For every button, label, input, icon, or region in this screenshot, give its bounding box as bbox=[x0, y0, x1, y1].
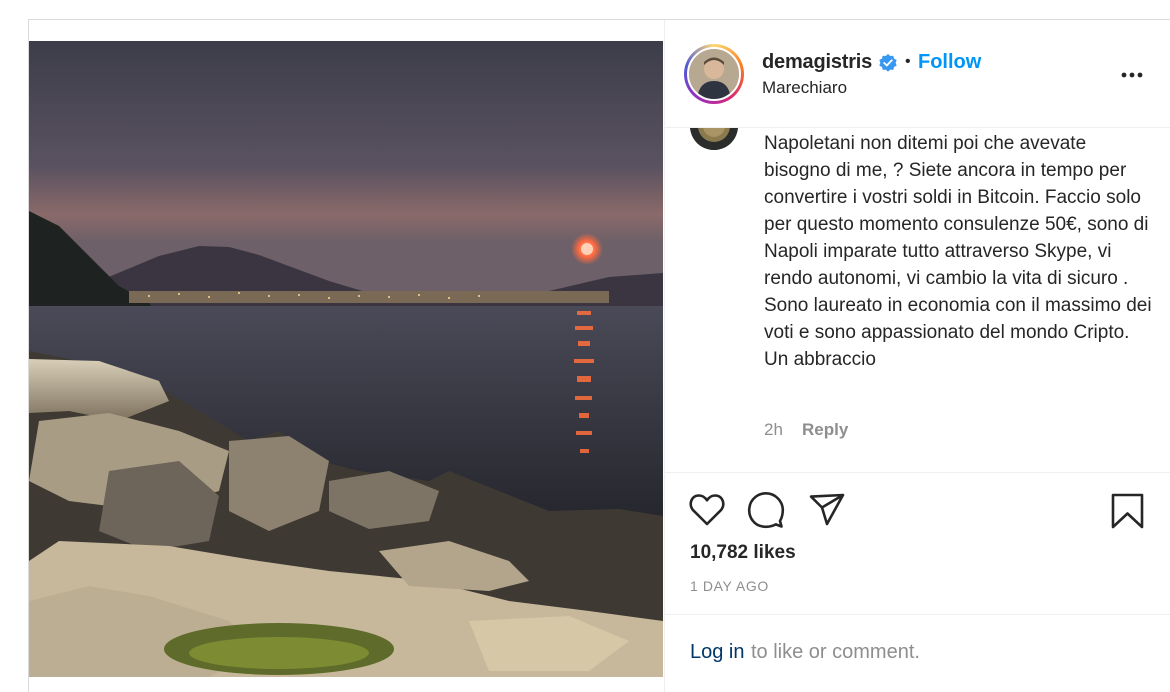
login-prompt-text: to like or comment. bbox=[751, 641, 920, 663]
verified-badge-icon bbox=[879, 54, 897, 72]
follow-button[interactable]: Follow bbox=[918, 51, 981, 74]
post-side-panel: demagistris • Follow Marechiaro Napoleta… bbox=[664, 20, 1170, 692]
profile-avatar-ring[interactable] bbox=[684, 44, 744, 104]
comment-timestamp[interactable]: 2h bbox=[764, 420, 783, 440]
separator-dot: • bbox=[905, 53, 911, 70]
more-options-icon[interactable] bbox=[1117, 63, 1147, 87]
comment-icon[interactable] bbox=[747, 491, 785, 529]
bookmark-icon[interactable] bbox=[1110, 492, 1146, 530]
likes-count[interactable]: 10,782 likes bbox=[690, 542, 796, 564]
heart-icon[interactable] bbox=[688, 492, 726, 528]
comment-text: Napoletani non ditemi poi che avevate bi… bbox=[764, 133, 1152, 370]
sunset-photo-image bbox=[29, 41, 663, 677]
login-prompt: Log in to like or comment. bbox=[665, 614, 1170, 692]
bitcoin-avatar-icon bbox=[690, 128, 738, 150]
post-actions: 10,782 likes 1 DAY AGO bbox=[665, 472, 1170, 632]
share-icon[interactable] bbox=[808, 492, 846, 528]
comments-section[interactable]: Napoletani non ditemi poi che avevate bi… bbox=[665, 128, 1170, 472]
avatar[interactable] bbox=[687, 47, 741, 101]
location-link[interactable]: Marechiaro bbox=[762, 78, 847, 98]
post-header: demagistris • Follow Marechiaro bbox=[665, 20, 1170, 128]
commenter-avatar[interactable] bbox=[690, 128, 738, 150]
post-timestamp[interactable]: 1 DAY AGO bbox=[690, 578, 769, 594]
login-link[interactable]: Log in bbox=[690, 641, 745, 664]
reply-button[interactable]: Reply bbox=[802, 420, 848, 440]
page-margin bbox=[0, 0, 28, 692]
person-photo-icon bbox=[689, 49, 739, 99]
username-link[interactable]: demagistris bbox=[762, 51, 872, 74]
post-photo[interactable] bbox=[29, 41, 663, 677]
